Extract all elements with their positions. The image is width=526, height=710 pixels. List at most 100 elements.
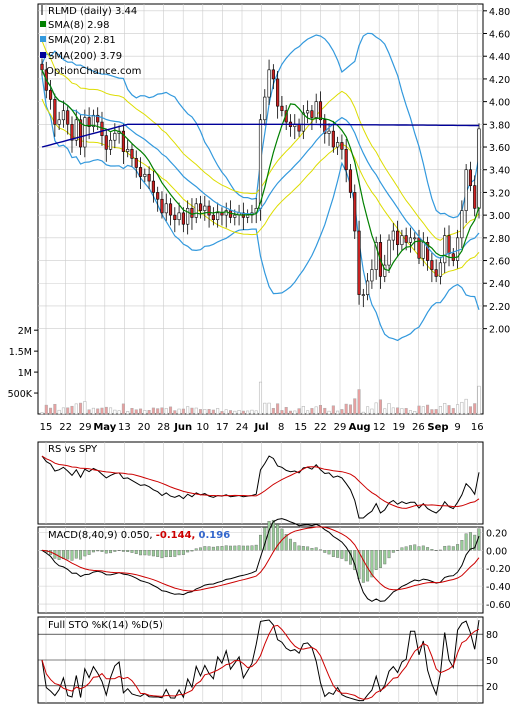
candle-body <box>357 230 361 295</box>
candle-body <box>370 269 374 282</box>
volume-bar <box>400 408 404 415</box>
volume-bar <box>130 408 134 415</box>
candle-body <box>430 260 434 270</box>
macd-hist-bar <box>301 546 305 551</box>
candle-body <box>447 235 451 255</box>
volume-bar <box>276 403 280 415</box>
macd-hist-bar <box>220 546 224 551</box>
macd-hist-bar <box>396 550 400 551</box>
volume-bar <box>79 402 83 415</box>
candle-body <box>126 148 130 152</box>
macd-hist-bar <box>319 549 322 551</box>
macd-hist-bar <box>160 550 164 559</box>
sma8-label: SMA(8) 2.98 <box>48 20 109 31</box>
sma200-label: SMA(200) 3.79 <box>48 51 122 62</box>
xtick-label: 22 <box>59 422 72 433</box>
macd-hist-bar <box>421 545 425 551</box>
macd-title: MACD(8,40,9) 0.050, -0.144, 0.196 <box>48 530 230 541</box>
macd-hist-bar <box>438 549 442 551</box>
candle-body <box>147 173 151 182</box>
macd-hist-bar <box>237 545 241 551</box>
macd-hist-bar <box>293 542 297 551</box>
volume-bar <box>104 406 108 415</box>
candle-body <box>400 235 404 245</box>
candle-body <box>173 214 177 220</box>
volume-bar <box>190 407 194 415</box>
volume-bar <box>387 403 391 415</box>
candle-body <box>216 212 220 220</box>
volume-bar <box>134 409 138 415</box>
ytick-label: 3.40 <box>489 166 510 177</box>
volume-bar <box>318 404 323 415</box>
candle-body <box>113 133 117 141</box>
volume-bar <box>173 410 177 415</box>
chart-title: RLMD (daily) 3.44 <box>48 6 137 17</box>
candle-body <box>314 101 318 118</box>
candle-body <box>306 110 310 114</box>
volume-bar <box>57 409 61 415</box>
volume-bar <box>216 408 220 415</box>
macd-hist-bar <box>134 550 138 554</box>
candle-body <box>468 169 473 186</box>
xtick-label: 22 <box>314 422 327 433</box>
xtick-label: 20 <box>138 422 151 433</box>
xtick-label: Jul <box>253 422 268 433</box>
volume-bar <box>430 409 434 415</box>
volume-bar <box>293 410 297 415</box>
volume-bar <box>258 381 263 415</box>
macd-hist-bar <box>207 546 211 551</box>
ytick-label: 4.00 <box>489 98 510 109</box>
candle-body <box>318 101 323 121</box>
macd-hist-bar <box>314 547 318 551</box>
volume-bar <box>113 409 117 415</box>
macd-hist-bar <box>126 550 130 552</box>
macd-hist-bar <box>74 550 78 559</box>
macd-hist-bar <box>374 550 378 570</box>
macd-hist-bar <box>331 550 335 557</box>
volume-bar <box>370 408 374 415</box>
volume-bar <box>443 403 447 415</box>
volume-bar <box>70 405 74 415</box>
volume-bar <box>438 406 442 415</box>
xtick-label: 12 <box>373 422 386 433</box>
candle-body <box>66 110 70 125</box>
macd-hist-bar <box>391 550 395 553</box>
ytick-label: 4.80 <box>489 7 510 18</box>
volume-bar <box>194 407 198 415</box>
macd-hist-bar <box>340 550 344 559</box>
macd-hist-bar <box>456 544 460 551</box>
macd-hist-bar <box>143 550 147 556</box>
macd-hist-bar <box>434 550 438 552</box>
candle-body <box>361 294 365 296</box>
candle-body <box>190 208 194 218</box>
macd-hist-bar <box>151 550 155 557</box>
volume-bar <box>297 408 301 415</box>
ytick-label: 2.60 <box>489 257 510 268</box>
volume-bar <box>233 410 237 415</box>
macd-hist-bar <box>104 550 108 554</box>
volume-bar <box>348 404 352 415</box>
xtick-label: 10 <box>196 422 209 433</box>
vtick-label: 1.5M <box>9 347 32 358</box>
macd-hist-bar <box>447 545 451 551</box>
volume-bar <box>53 403 57 415</box>
macd-hist-bar <box>203 546 207 551</box>
volume-bar <box>203 409 207 415</box>
volume-bar <box>340 409 344 415</box>
volume-bar <box>464 398 468 415</box>
volume-bar <box>241 410 245 415</box>
macd-ytick-label: -0.20 <box>486 564 511 575</box>
xtick-label: 19 <box>392 422 405 433</box>
sto-ytick-label: 20 <box>486 682 498 693</box>
candle-body <box>70 124 74 141</box>
x-tick-labels: 15 22 29 May 13 20 28 Jun 10 17 24 Jul 8 15 22 29 Aug 12 1… <box>40 422 484 433</box>
ytick-label: 2.80 <box>489 234 510 245</box>
macd-hist-bar <box>156 550 160 557</box>
candle-body <box>310 110 314 118</box>
macd-hist-bar <box>323 550 327 553</box>
ytick-label: 3.60 <box>489 143 510 154</box>
volume-bar <box>254 410 258 415</box>
volume-bar <box>164 408 168 415</box>
candle-body <box>181 212 185 225</box>
candle-body <box>413 237 417 240</box>
